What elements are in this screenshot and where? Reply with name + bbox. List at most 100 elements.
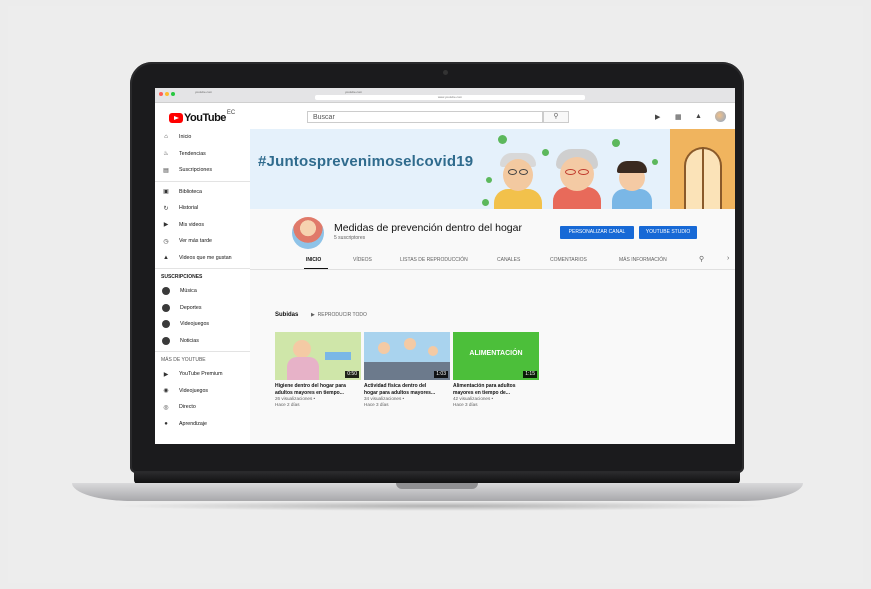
channel-avatar[interactable] (292, 217, 324, 249)
more-from-youtube-heading: MÁS DE YOUTUBE (161, 357, 206, 363)
thumbnail-figure (293, 340, 311, 358)
grandfather-illustration (494, 189, 542, 209)
live-icon: ◎ (163, 404, 169, 411)
tab-comentarios[interactable]: COMENTARIOS (550, 257, 587, 263)
divider (155, 268, 250, 269)
sidebar-item-label: Videojuegos (179, 387, 209, 394)
thumbnail-figure (404, 338, 416, 350)
tab-mas-informacion[interactable]: MÁS INFORMACIÓN (619, 257, 667, 263)
grandmother-face (560, 157, 594, 191)
sidebar-item-label: Aprendizaje (179, 420, 207, 427)
sidebar-item-aprendizaje[interactable]: ● Aprendizaje (155, 416, 250, 433)
subscription-item-videojuegos[interactable]: Videojuegos (155, 316, 250, 333)
video-duration: 1:03 (434, 371, 448, 378)
search-icon[interactable]: ⚲ (699, 255, 704, 263)
sidebar-item-label: Deportes (180, 304, 202, 311)
search-button[interactable]: ⚲ (543, 111, 569, 123)
divider (250, 269, 735, 270)
video-camera-icon[interactable]: ▶ (655, 113, 660, 121)
sidebar-item-tendencias[interactable]: ♨ Tendencias (155, 146, 250, 163)
minimize-window-icon[interactable] (165, 92, 169, 96)
video-thumbnail[interactable]: 0:50 (275, 332, 361, 380)
search-input[interactable]: Buscar (307, 111, 543, 123)
sidebar-item-label: Videojuegos (180, 321, 210, 328)
banner-hashtag: #Juntosprevenimoselcovid19 (258, 153, 474, 170)
video-title[interactable]: Actividad física dentro del hogar para ad… (364, 383, 450, 396)
sidebar-item-videos-que-me-gustan[interactable]: ▲ Videos que me gustan (155, 250, 250, 267)
video-age: Hace 3 días (453, 402, 478, 407)
tab-listas[interactable]: LISTAS DE REPRODUCCIÓN (400, 257, 468, 263)
video-duration: 1:15 (523, 371, 537, 378)
sidebar-item-label: Mis videos (179, 221, 205, 228)
youtube-studio-button[interactable]: YOUTUBE STUDIO (639, 226, 697, 239)
browser-toolbar: youtube.com youtube.com www.youtube.com (155, 88, 735, 103)
maximize-window-icon[interactable] (171, 92, 175, 96)
virus-icon (498, 135, 507, 144)
address-bar[interactable]: www.youtube.com (315, 95, 585, 100)
channel-avatar (162, 336, 170, 345)
laptop-notch (396, 483, 478, 489)
virus-icon (612, 139, 620, 147)
glasses-icon (578, 169, 589, 175)
subscription-item-musica[interactable]: Música (155, 283, 250, 300)
flame-icon: ♨ (163, 151, 169, 158)
laptop-camera (443, 70, 448, 75)
play-all-button[interactable]: ▶ REPRODUCIR TODO (311, 312, 367, 318)
sidebar-item-inicio[interactable]: ⌂ Inicio (155, 129, 250, 146)
virus-icon (652, 159, 658, 165)
library-icon: ▣ (163, 189, 169, 196)
video-card[interactable]: 1:03 Actividad física dentro del hogar pa… (364, 332, 450, 408)
channel-name: Medidas de prevención dentro del hogar (334, 222, 522, 234)
youtube-icon: ▶ (163, 371, 169, 378)
apps-icon[interactable]: ▦ (675, 113, 682, 121)
video-title[interactable]: Alimentación para adultos mayores en tiem… (453, 383, 539, 396)
bulb-icon: ● (164, 420, 168, 427)
sidebar-item-label: Tendencias (179, 150, 206, 157)
customize-channel-button[interactable]: PERSONALIZAR CANAL (560, 226, 634, 239)
subscription-item-deportes[interactable]: Deportes (155, 300, 250, 317)
video-title-line: adultos mayores en tiempo... (275, 389, 344, 396)
youtube-logo[interactable]: YouTube EC (169, 110, 235, 124)
chevron-right-icon[interactable]: › (727, 255, 729, 262)
sidebar-item-biblioteca[interactable]: ▣ Biblioteca (155, 184, 250, 201)
browser-tab[interactable]: youtube.com (195, 89, 212, 95)
bell-icon[interactable]: ▲ (695, 113, 702, 120)
divider (155, 180, 250, 182)
video-thumbnail[interactable]: 1:03 (364, 332, 450, 380)
video-thumbnail[interactable]: ALIMENTACIÓN 1:15 (453, 332, 539, 380)
sidebar-item-label: Biblioteca (179, 188, 202, 195)
video-card[interactable]: 0:50 Higiene dentro del hogar para adulto… (275, 332, 361, 408)
close-window-icon[interactable] (159, 92, 163, 96)
sidebar-item-youtube-premium[interactable]: ▶ YouTube Premium (155, 366, 250, 383)
account-avatar[interactable] (715, 111, 726, 122)
youtube-header: YouTube EC Buscar ⚲ ▶ ▦ ▲ (155, 103, 735, 129)
my-videos-icon: ▶ (163, 222, 169, 229)
sidebar-item-suscripciones[interactable]: ▤ Suscripciones (155, 162, 250, 179)
sidebar: ⌂ Inicio ♨ Tendencias ▤ Suscripciones ▣ Bibl… (155, 129, 250, 444)
laptop-screen: youtube.com youtube.com www.youtube.com … (155, 88, 735, 444)
sidebar-item-historial[interactable]: ↻ Historial (155, 200, 250, 217)
channel-tabs: INICIO VÍDEOS LISTAS DE REPRODUCCIÓN CAN… (250, 253, 735, 269)
sidebar-item-directo[interactable]: ◎ Directo (155, 399, 250, 416)
virus-icon (542, 149, 549, 156)
video-title-line: Alimentación para adultos (453, 383, 516, 389)
subscriptions-icon: ▤ (163, 167, 169, 174)
subscription-item-noticias[interactable]: Noticias (155, 333, 250, 350)
sidebar-item-label: Noticias (180, 337, 199, 344)
channel-avatar (162, 287, 170, 296)
sidebar-item-label: Videos que me gustan (179, 254, 232, 261)
sidebar-item-mis-videos[interactable]: ▶ Mis videos (155, 217, 250, 234)
tab-canales[interactable]: CANALES (497, 257, 520, 263)
video-title[interactable]: Higiene dentro del hogar para adultos may… (275, 383, 361, 396)
play-icon: ▶ (311, 312, 315, 318)
grandfather-face (503, 159, 533, 191)
sidebar-item-videojuegos[interactable]: ◉ Videojuegos (155, 383, 250, 400)
video-card[interactable]: ALIMENTACIÓN 1:15 Alimentación para adul… (453, 332, 539, 408)
sidebar-item-label: Directo (179, 404, 196, 411)
thumbnail-figure (428, 346, 438, 356)
tab-inicio[interactable]: INICIO (306, 257, 321, 263)
thumbnail-figure (287, 357, 319, 380)
sidebar-item-ver-mas-tarde[interactable]: ◷ Ver más tarde (155, 233, 250, 250)
laptop-shadow (110, 501, 770, 511)
tab-videos[interactable]: VÍDEOS (353, 257, 372, 263)
